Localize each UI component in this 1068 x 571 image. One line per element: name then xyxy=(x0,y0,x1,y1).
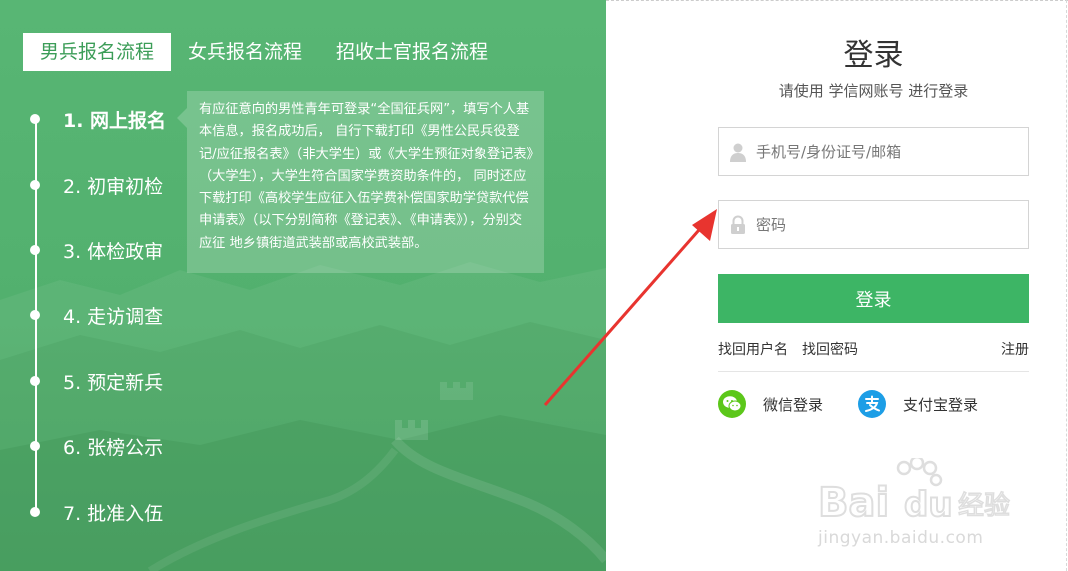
step-dot xyxy=(30,245,40,255)
register-link[interactable]: 注册 xyxy=(1001,339,1029,359)
step-dot xyxy=(30,114,40,124)
enlistment-process-panel: 男兵报名流程 女兵报名流程 招收士官报名流程 1. 网上报名 2. 初审初检 3… xyxy=(0,0,606,571)
alipay-icon xyxy=(858,390,886,418)
password-input[interactable] xyxy=(756,215,1016,234)
find-password-link[interactable]: 找回密码 xyxy=(802,339,858,359)
step-dot xyxy=(30,180,40,190)
step-description-text: 有应征意向的男性青年可登录“全国征兵网”，填写个人基本信息，报名成功后， 自行下… xyxy=(199,102,534,251)
login-button[interactable]: 登录 xyxy=(718,274,1029,323)
tab-female-enlistment[interactable]: 女兵报名流程 xyxy=(171,33,319,71)
tab-sergeant-enlistment[interactable]: 招收士官报名流程 xyxy=(319,33,505,71)
step-dot xyxy=(30,310,40,320)
account-links: 找回用户名 找回密码 注册 xyxy=(718,339,1029,359)
description-pointer xyxy=(177,108,187,128)
login-subtitle: 请使用 学信网账号 进行登录 xyxy=(778,82,969,100)
great-wall-background xyxy=(0,262,606,571)
alipay-login-label: 支付宝登录 xyxy=(903,395,979,414)
step-dot xyxy=(30,507,40,517)
divider xyxy=(718,371,1029,372)
wechat-login-label: 微信登录 xyxy=(763,395,824,414)
baidu-paw-logo: Bai du 经验 xyxy=(817,455,1011,527)
watermark-jingyan: 经验 xyxy=(958,491,1010,521)
alipay-login-button[interactable]: 支付宝登录 xyxy=(858,390,978,418)
step-physical-political-check[interactable]: 3. 体检政审 xyxy=(27,236,163,264)
wechat-login-button[interactable]: 微信登录 xyxy=(718,390,823,418)
step-label: 6. 张榜公示 xyxy=(63,436,164,459)
step-initial-review[interactable]: 2. 初审初检 xyxy=(27,171,163,199)
account-field[interactable] xyxy=(718,127,1029,176)
step-dot xyxy=(30,376,40,386)
step-label: 2. 初审初检 xyxy=(63,175,164,198)
step-description-box: 有应征意向的男性青年可登录“全国征兵网”，填写个人基本信息，报名成功后， 自行下… xyxy=(187,91,544,273)
tab-male-enlistment[interactable]: 男兵报名流程 xyxy=(23,33,172,71)
step-approve-enlistment[interactable]: 7. 批准入伍 xyxy=(27,498,163,526)
step-dot xyxy=(30,441,40,451)
step-label: 5. 预定新兵 xyxy=(63,371,164,394)
account-input[interactable] xyxy=(756,142,1016,161)
step-label: 7. 批准入伍 xyxy=(63,502,164,525)
step-label: 1. 网上报名 xyxy=(63,109,167,132)
user-icon xyxy=(728,142,748,162)
lock-icon xyxy=(728,214,748,235)
watermark-bai: Bai xyxy=(818,480,889,526)
watermark-du: du xyxy=(904,485,953,525)
step-preselect-recruits[interactable]: 5. 预定新兵 xyxy=(27,367,163,395)
right-dashed-border xyxy=(1066,0,1067,571)
watermark-url: jingyan.baidu.com xyxy=(818,528,984,548)
step-online-registration[interactable]: 1. 网上报名 xyxy=(27,105,166,133)
step-visit-investigation[interactable]: 4. 走访调查 xyxy=(27,301,163,329)
step-label: 3. 体检政审 xyxy=(63,240,164,263)
step-public-announcement[interactable]: 6. 张榜公示 xyxy=(27,432,163,460)
wechat-icon xyxy=(718,390,746,418)
step-label: 4. 走访调查 xyxy=(63,305,164,328)
find-username-link[interactable]: 找回用户名 xyxy=(718,339,788,359)
password-field[interactable] xyxy=(718,200,1029,249)
top-dashed-border xyxy=(606,0,1068,1)
baidu-jingyan-watermark: Bai du 经验 jingyan.baidu.com xyxy=(817,455,1018,548)
process-tabs: 男兵报名流程 女兵报名流程 招收士官报名流程 xyxy=(23,33,505,71)
login-title: 登录 xyxy=(843,38,904,73)
